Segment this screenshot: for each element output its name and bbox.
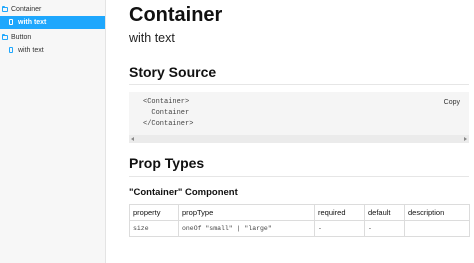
sidebar-group-label: Container xyxy=(11,6,42,13)
story-source-heading: Story Source xyxy=(129,64,217,80)
sidebar-group-button[interactable]: Button xyxy=(0,31,105,44)
cell-description xyxy=(404,220,470,237)
page-subtitle: with text xyxy=(129,31,175,45)
sidebar-group-label: Button xyxy=(11,34,32,41)
column-header-description: description xyxy=(404,204,470,221)
prop-types-table: property propType required default descr… xyxy=(129,204,470,237)
cell-required: - xyxy=(314,220,365,237)
divider xyxy=(129,176,469,177)
horizontal-scrollbar[interactable] xyxy=(129,135,469,143)
prop-types-heading: Prop Types xyxy=(129,155,205,171)
column-header-required: required xyxy=(314,204,365,221)
sidebar-story-label: with text xyxy=(18,47,44,54)
code-line: Container xyxy=(143,109,190,117)
divider xyxy=(129,84,469,85)
sidebar-story-label: with text xyxy=(18,19,47,26)
folder-icon xyxy=(2,34,8,40)
story-icon xyxy=(9,19,13,25)
folder-icon xyxy=(2,6,8,12)
page-title: Container xyxy=(129,4,223,26)
copy-button[interactable]: Copy xyxy=(439,97,464,109)
scroll-left-icon[interactable] xyxy=(131,137,134,141)
column-header-proptype: propType xyxy=(178,204,315,221)
sidebar-group-container[interactable]: Container xyxy=(0,3,105,16)
code-line: </Container> xyxy=(143,120,194,128)
column-header-property: property xyxy=(129,204,179,221)
table-header-row: property propType required default descr… xyxy=(129,204,470,221)
code-block: <Container> Container </Container> Copy xyxy=(129,92,469,143)
cell-proptype: oneOf "small" | "large" xyxy=(178,220,315,237)
column-header-default: default xyxy=(364,204,405,221)
component-heading: "Container" Component xyxy=(129,187,238,198)
sidebar-story-container-with-text[interactable]: with text xyxy=(0,16,105,29)
scroll-right-icon[interactable] xyxy=(464,137,467,141)
sidebar: Container with text Button with text xyxy=(0,0,106,263)
cell-property: size xyxy=(129,220,179,237)
story-icon xyxy=(9,47,13,53)
code-line: <Container> xyxy=(143,98,190,106)
table-row: size oneOf "small" | "large" - - xyxy=(129,220,470,237)
sidebar-story-button-with-text[interactable]: with text xyxy=(0,44,105,57)
cell-default: - xyxy=(364,220,405,237)
